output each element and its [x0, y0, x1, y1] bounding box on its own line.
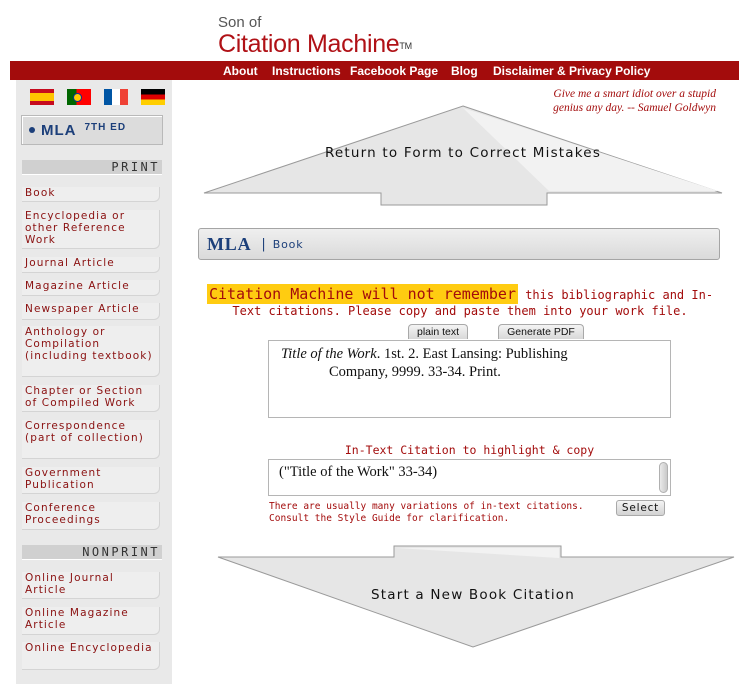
- new-citation-arrow-button[interactable]: [217, 545, 735, 648]
- language-flags: [30, 89, 165, 105]
- spanish-flag-icon[interactable]: [30, 89, 54, 105]
- nav-blog[interactable]: Blog: [451, 64, 478, 78]
- sidebar-item-journal-article[interactable]: Journal Article: [22, 257, 160, 273]
- in-text-note-line-1: There are usually many variations of in-…: [269, 501, 584, 512]
- header-source-type: Book: [272, 237, 304, 251]
- sidebar: MLA 7TH ED PRINT Book Encyclopedia or ot…: [16, 80, 172, 684]
- nonprint-heading: NONPRINT: [22, 545, 162, 560]
- sidebar-item-online-journal-article[interactable]: Online Journal Article: [22, 572, 160, 599]
- warning-highlight: Citation Machine will not remember: [206, 284, 518, 304]
- in-text-scrollbar[interactable]: [659, 462, 668, 493]
- return-arrow-button[interactable]: [203, 105, 723, 207]
- nav-bar: About Instructions Facebook Page Blog Di…: [10, 61, 739, 80]
- print-heading: PRINT: [22, 160, 162, 175]
- in-text-note-line-2: Consult the Style Guide for clarificatio…: [269, 512, 510, 524]
- header-separator: |: [261, 236, 266, 252]
- sidebar-item-conference-proceedings[interactable]: Conference Proceedings: [22, 502, 160, 530]
- style-header-bar: MLA | Book: [198, 228, 720, 260]
- sidebar-item-magazine-article[interactable]: Magazine Article: [22, 280, 160, 296]
- style-name: MLA: [41, 121, 77, 139]
- french-flag-icon[interactable]: [104, 89, 128, 105]
- citation-line-2: Company, 9999. 33-34. Print.: [329, 364, 501, 380]
- trademark-mark: TM: [399, 41, 412, 51]
- select-button[interactable]: Select: [616, 500, 665, 516]
- logo-name: Citation Machine: [218, 30, 400, 58]
- quote-line-1: Give me a smart idiot over a stupid: [553, 88, 716, 100]
- nav-facebook-page[interactable]: Facebook Page: [350, 64, 438, 78]
- nav-about[interactable]: About: [223, 64, 258, 78]
- in-text-citation-field[interactable]: ("Title of the Work" 33-34): [268, 459, 671, 496]
- sidebar-item-newspaper-article[interactable]: Newspaper Article: [22, 303, 160, 320]
- sidebar-item-correspondence[interactable]: Correspondence (part of collection): [22, 420, 160, 459]
- sidebar-item-book[interactable]: Book: [22, 187, 160, 202]
- header-style-name: MLA: [207, 233, 252, 254]
- logo-title: Citation MachineTM: [218, 31, 412, 57]
- generate-pdf-button[interactable]: Generate PDF: [498, 324, 584, 339]
- style-edition: 7TH ED: [84, 121, 127, 133]
- in-text-note: There are usually many variations of in-…: [269, 501, 599, 524]
- citation-title: Title of the Work: [281, 346, 377, 362]
- logo-son-of: Son of: [218, 14, 262, 31]
- sidebar-item-government-publication[interactable]: Government Publication: [22, 467, 160, 494]
- warning-message: Citation Machine will not remember this …: [205, 284, 715, 319]
- sidebar-item-encyclopedia[interactable]: Encyclopedia or other Reference Work: [22, 210, 160, 249]
- logo[interactable]: Son of Citation MachineTM: [218, 14, 412, 58]
- bullet-icon: [29, 127, 35, 133]
- german-flag-icon[interactable]: [141, 89, 165, 105]
- citation-line-1: . 1st. 2. East Lansing: Publishing: [376, 346, 568, 362]
- in-text-citation-value: ("Title of the Work" 33-34): [279, 464, 438, 480]
- plain-text-button[interactable]: plain text: [408, 324, 468, 339]
- citation-style-selector[interactable]: MLA 7TH ED: [21, 115, 163, 145]
- in-text-label: In-Text Citation to highlight & copy: [344, 443, 595, 457]
- sidebar-item-chapter-section[interactable]: Chapter or Section of Compiled Work: [22, 385, 160, 412]
- nav-disclaimer-privacy[interactable]: Disclaimer & Privacy Policy: [493, 64, 650, 78]
- portuguese-flag-icon[interactable]: [67, 89, 91, 105]
- sidebar-item-online-magazine-article[interactable]: Online Magazine Article: [22, 607, 160, 635]
- nav-instructions[interactable]: Instructions: [272, 64, 341, 78]
- citation-output[interactable]: Title of the Work. 1st. 2. East Lansing:…: [268, 340, 671, 418]
- sidebar-item-anthology[interactable]: Anthology or Compilation (including text…: [22, 326, 160, 377]
- sidebar-item-online-encyclopedia[interactable]: Online Encyclopedia: [22, 642, 160, 670]
